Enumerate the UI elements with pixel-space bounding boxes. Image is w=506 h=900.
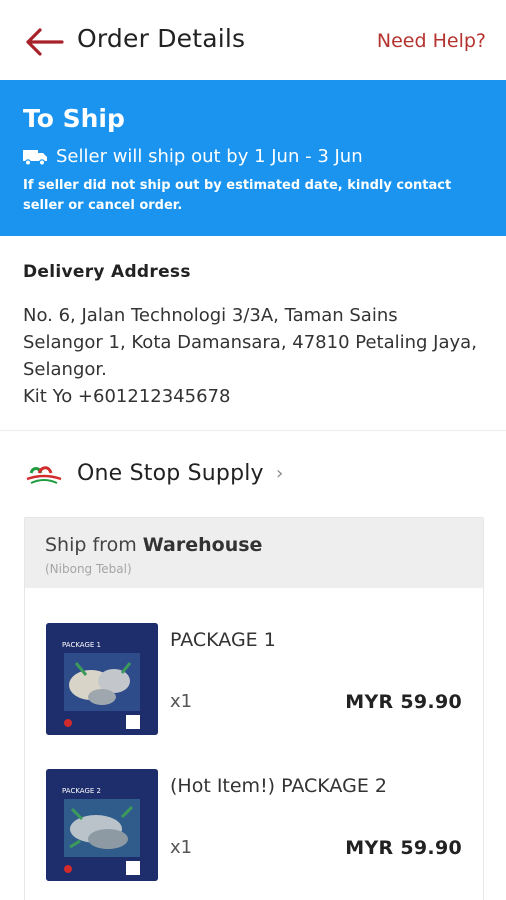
chevron-right-icon[interactable]: › [276, 463, 283, 484]
address-contact: Kit Yo +601212345678 [23, 386, 231, 407]
status-banner: To Ship Seller will ship out by 1 Jun - … [0, 80, 506, 236]
product-price: MYR 59.90 [345, 691, 462, 713]
need-help-link[interactable]: Need Help? [377, 30, 486, 52]
ship-from-location: (Nibong Tebal) [45, 562, 132, 576]
ship-from-place: Warehouse [142, 534, 263, 556]
app-header: Order Details Need Help? [0, 0, 506, 80]
ship-from-text: Ship from Warehouse [45, 534, 262, 556]
status-note: If seller did not ship out by estimated … [23, 178, 452, 213]
truck-icon [23, 149, 47, 166]
product-image[interactable]: PACKAGE 1 [46, 623, 158, 735]
product-name[interactable]: PACKAGE 1 [170, 629, 276, 651]
delivery-address-text: No. 6, Jalan Technologi 3/3A, Taman Sain… [23, 302, 478, 410]
ship-estimate-text: Seller will ship out by 1 Jun - 3 Jun [56, 146, 363, 167]
ship-estimate: Seller will ship out by 1 Jun - 3 Jun [23, 146, 363, 167]
address-line: No. 6, Jalan Technologi 3/3A, Taman Sain… [23, 305, 477, 380]
list-item[interactable]: PACKAGE 1 PACKAGE 1 x1 MYR 59.90 [25, 623, 483, 739]
product-name[interactable]: (Hot Item!) PACKAGE 2 [170, 775, 387, 797]
product-image[interactable]: PACKAGE 2 [46, 769, 158, 881]
package-card: Ship from Warehouse (Nibong Tebal) PACKA… [24, 517, 484, 900]
thumb-label: PACKAGE 1 [62, 641, 101, 649]
ship-from-prefix: Ship from [45, 534, 137, 556]
delivery-address-label: Delivery Address [23, 262, 191, 282]
product-price: MYR 59.90 [345, 837, 462, 859]
product-quantity: x1 [170, 691, 193, 712]
shop-logo-icon [26, 466, 62, 484]
delivery-address-section: Delivery Address No. 6, Jalan Technologi… [0, 236, 506, 431]
shop-row[interactable]: One Stop Supply › [0, 455, 506, 497]
list-item[interactable]: PACKAGE 2 (Hot Item!) PACKAGE 2 x1 MYR 5… [25, 769, 483, 885]
thumb-label: PACKAGE 2 [62, 787, 101, 795]
product-quantity: x1 [170, 837, 193, 858]
shop-name[interactable]: One Stop Supply [77, 461, 264, 486]
page-title: Order Details [77, 24, 246, 53]
back-arrow-icon[interactable] [22, 24, 66, 60]
status-title: To Ship [23, 104, 125, 133]
ship-from-header: Ship from Warehouse (Nibong Tebal) [25, 518, 483, 588]
